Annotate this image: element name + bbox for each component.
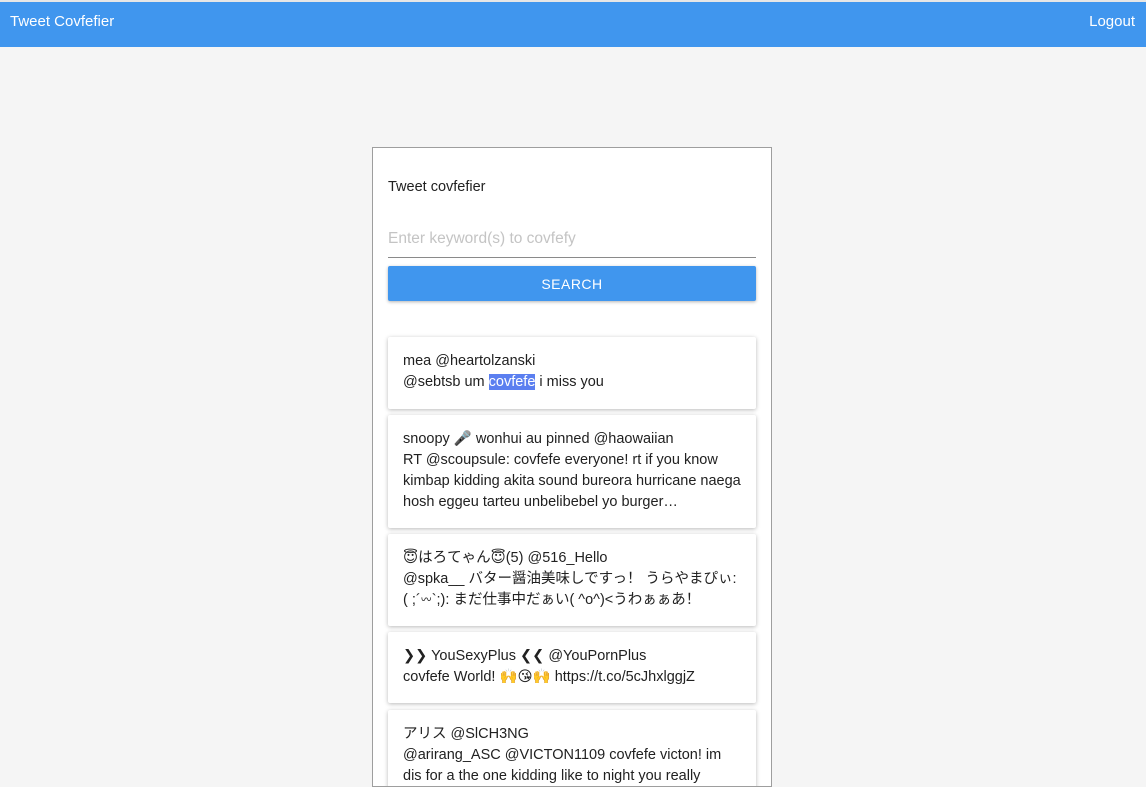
tweet-author: mea @heartolzanski	[403, 353, 536, 369]
covfefier-panel: Tweet covfefier SEARCH mea @heartolzansk…	[372, 147, 772, 787]
app-bar: Tweet Covfefier Logout	[0, 0, 1146, 47]
tweet-author: 😇はろてゃん😇(5) @516_Hello	[403, 550, 608, 566]
tweet-card: 😇はろてゃん😇(5) @516_Hello @spka__ バター醤油美味しです…	[388, 534, 756, 626]
tweet-text: covfefe World! 🙌😘🙌 https://t.co/5cJhxlgg…	[403, 669, 695, 685]
tweet-text: @arirang_ASC @VICTON1109 covfefe victon!…	[403, 747, 722, 784]
tweet-card: mea @heartolzanski @sebtsb um covfefe i …	[388, 337, 756, 409]
keyword-highlight: covfefe	[488, 374, 536, 390]
tweet-card: ❯❯ YouSexyPlus ❮❮ @YouPornPlus covfefe W…	[388, 632, 756, 703]
logout-button[interactable]: Logout	[1089, 13, 1135, 30]
tweet-card: アリス @SlCH3NG @arirang_ASC @VICTON1109 co…	[388, 710, 756, 786]
tweet-text: @spka__ バター醤油美味しですっ！ うらやまぴぃ: ( ;´𖥦`;): ま…	[403, 571, 737, 608]
tweet-author: アリス @SlCH3NG	[403, 726, 529, 742]
tweet-text: @sebtsb um covfefe i miss you	[403, 372, 741, 393]
tweet-author: ❯❯ YouSexyPlus ❮❮ @YouPornPlus	[403, 648, 647, 664]
tweet-text-after: i miss you	[535, 374, 604, 390]
tweet-text-before: @sebtsb um	[403, 374, 489, 390]
keyword-search-input[interactable]	[388, 220, 756, 258]
tweet-author: snoopy 🎤 wonhui au pinned @haowaiian	[403, 431, 674, 447]
panel-title: Tweet covfefier	[388, 179, 486, 195]
app-title[interactable]: Tweet Covfefier	[10, 13, 114, 30]
tweet-card: snoopy 🎤 wonhui au pinned @haowaiian RT …	[388, 415, 756, 528]
search-button[interactable]: SEARCH	[388, 266, 756, 301]
tweet-text: RT @scoupsule: covfefe everyone! rt if y…	[403, 452, 741, 510]
